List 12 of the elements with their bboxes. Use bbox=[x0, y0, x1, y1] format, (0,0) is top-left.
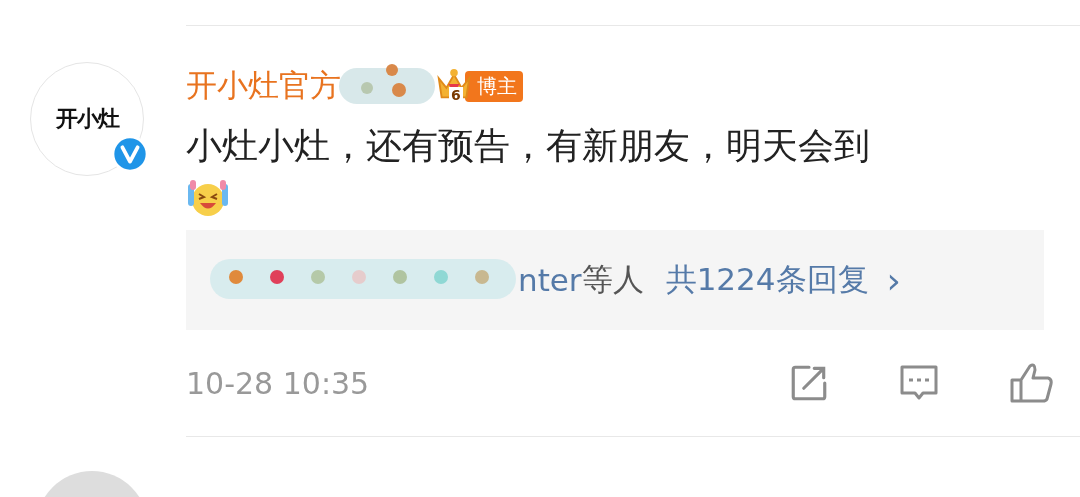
reply-user-name[interactable]: nter bbox=[518, 262, 582, 298]
chevron-icon: › bbox=[886, 259, 901, 301]
badge-label: 博主 bbox=[464, 70, 523, 102]
avatar-logo-text: 开小灶 bbox=[55, 105, 119, 133]
reply-count-link[interactable]: 共1224条回复 bbox=[665, 259, 869, 301]
thumbs-up-icon[interactable] bbox=[1008, 361, 1054, 405]
author-name[interactable]: 开小灶官方 bbox=[186, 65, 341, 107]
comment-text: 小灶小灶，还有预告，有新朋友，明天会到 bbox=[186, 124, 871, 168]
level-number: 6 bbox=[449, 87, 463, 103]
replies-panel[interactable]: nter等人 共1224条回复 › bbox=[186, 230, 1044, 330]
reply-suffix: 等人 bbox=[581, 260, 644, 299]
timestamp: 10-28 10:35 bbox=[186, 365, 370, 401]
